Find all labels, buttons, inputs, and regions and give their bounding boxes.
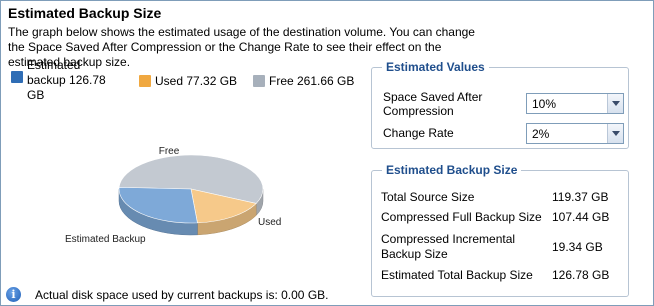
chevron-down-icon	[611, 101, 620, 106]
space-saved-dropdown-button[interactable]	[607, 94, 623, 113]
size-row-value: 19.34 GB	[552, 240, 603, 254]
legend-label-used: Used 77.32 GB	[155, 74, 238, 88]
legend-item-used: Used 77.32 GB	[139, 74, 237, 89]
change-rate-dropdown-button[interactable]	[607, 124, 623, 143]
estimated-values-legend: Estimated Values	[382, 60, 489, 74]
estimated-backup-size-legend: Estimated Backup Size	[382, 163, 522, 177]
legend-swatch-free	[253, 75, 265, 87]
estimated-backup-size-panel: Estimated Backup Size The graph below sh…	[0, 0, 654, 306]
change-rate-label: Change Rate	[383, 126, 454, 140]
size-row-label: Estimated Total Backup Size	[381, 268, 533, 282]
size-row-value: 126.78 GB	[552, 268, 610, 282]
space-saved-value: 10%	[532, 96, 557, 111]
size-row-value: 107.44 GB	[552, 210, 610, 224]
chevron-down-icon	[611, 131, 620, 136]
pie-label-free: Free	[159, 146, 180, 157]
legend-item-estimated: Estimated backup 126.78 GB	[11, 58, 117, 103]
pie-label-used: Used	[258, 217, 281, 228]
estimated-backup-size-group: Estimated Backup Size Total Source Size …	[371, 163, 629, 297]
size-row-value: 119.37 GB	[552, 190, 609, 204]
legend-item-free: Free 261.66 GB	[253, 74, 354, 89]
legend-label-estimated: Estimated backup 126.78 GB	[27, 58, 106, 102]
change-rate-select[interactable]: 2%	[526, 123, 624, 144]
space-saved-select[interactable]: 10%	[526, 93, 624, 114]
legend-swatch-estimated	[11, 71, 23, 83]
estimated-values-group: Estimated Values Space Saved After Compr…	[371, 60, 629, 149]
footer-note: i Actual disk space used by current back…	[6, 287, 328, 302]
space-saved-label: Space Saved After Compression	[383, 90, 483, 118]
size-row-label: Compressed Incremental Backup Size	[381, 232, 516, 261]
legend-label-free: Free 261.66 GB	[269, 74, 355, 88]
info-icon: i	[6, 287, 21, 302]
size-row-label: Compressed Full Backup Size	[381, 210, 542, 224]
footer-text: Actual disk space used by current backup…	[35, 287, 329, 302]
page-title: Estimated Backup Size	[8, 5, 162, 21]
legend-swatch-used	[139, 75, 151, 87]
pie-label-estimated-backup: Estimated Backup	[65, 234, 146, 245]
size-row-label: Total Source Size	[381, 190, 475, 204]
change-rate-value: 2%	[532, 126, 550, 141]
usage-pie-chart: Free Used Estimated Backup	[65, 146, 281, 245]
